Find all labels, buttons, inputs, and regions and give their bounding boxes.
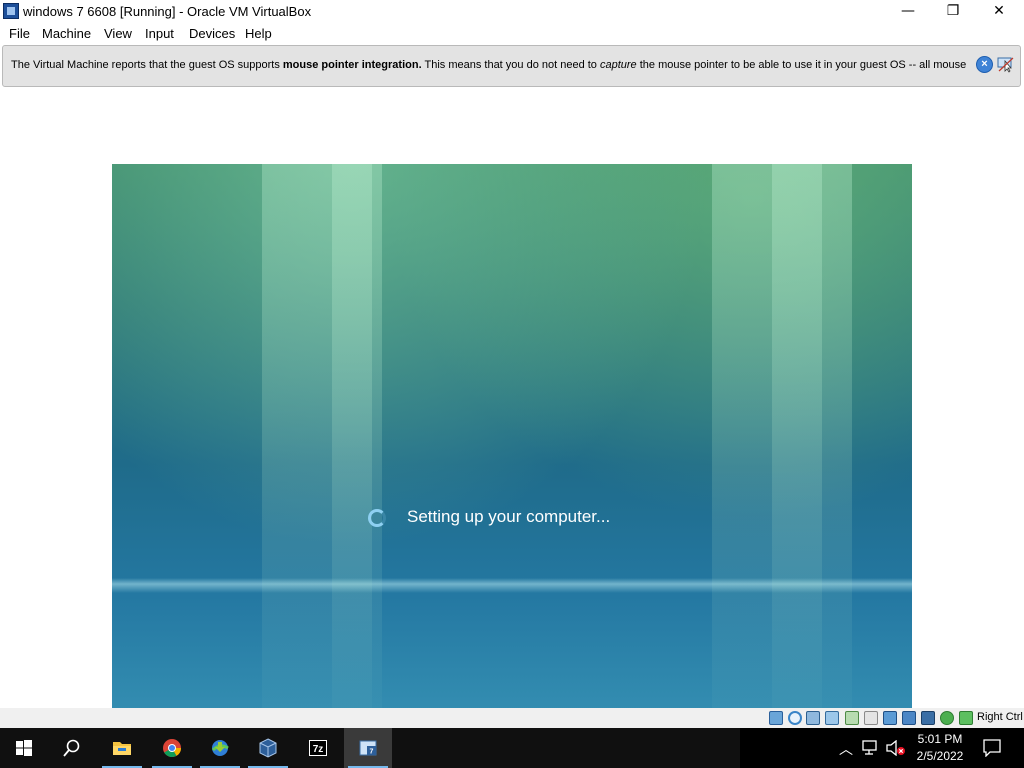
download-manager-icon: [211, 740, 229, 756]
menu-view[interactable]: View: [104, 26, 132, 41]
virtualbox-cube-icon: [259, 738, 277, 758]
start-button[interactable]: [0, 728, 48, 768]
light-ray: [772, 164, 822, 764]
banner-close-icon[interactable]: ×: [976, 56, 993, 73]
menu-machine[interactable]: Machine: [42, 26, 91, 41]
host-key-label: Right Ctrl: [977, 711, 1023, 723]
taskbar-7zip[interactable]: 7z: [294, 728, 342, 768]
vm-display-area[interactable]: Setting up your computer...: [0, 88, 1024, 764]
menu-help[interactable]: Help: [245, 26, 272, 41]
folder-icon: [113, 742, 131, 755]
vm-window-icon: 7: [359, 740, 377, 756]
search-icon: [63, 739, 80, 757]
clock-date[interactable]: 2/5/2022: [912, 749, 968, 763]
virtualization-icon[interactable]: [921, 711, 935, 725]
taskbar-file-explorer[interactable]: [98, 728, 146, 768]
title-bar: windows 7 6608 [Running] - Oracle VM Vir…: [0, 0, 1024, 23]
clock-time[interactable]: 5:01 PM: [916, 732, 964, 746]
keyboard-icon[interactable]: [959, 711, 973, 725]
taskbar-idm[interactable]: [196, 728, 244, 768]
system-tray: ︿ 5:01 PM 2/5/2022: [740, 728, 1024, 768]
notification-center-icon[interactable]: [983, 739, 1001, 757]
hard-disk-icon[interactable]: [769, 711, 783, 725]
display-icon[interactable]: [883, 711, 897, 725]
shared-folders-icon[interactable]: [864, 711, 878, 725]
show-hidden-icons-chevron-icon[interactable]: ︿: [839, 739, 853, 759]
search-button[interactable]: [48, 728, 96, 768]
svg-text:7: 7: [370, 749, 374, 756]
banner-message: The Virtual Machine reports that the gue…: [11, 59, 967, 71]
maximize-button[interactable]: ❐: [930, 0, 976, 23]
loading-spinner-icon: [368, 509, 386, 527]
video-capture-icon[interactable]: [902, 711, 916, 725]
taskbar-virtualbox[interactable]: [244, 728, 292, 768]
usb-icon[interactable]: [845, 711, 859, 725]
window-title: windows 7 6608 [Running] - Oracle VM Vir…: [23, 4, 312, 19]
mouse-integration-icon[interactable]: [940, 711, 954, 725]
menu-devices[interactable]: Devices: [189, 26, 235, 41]
taskbar-vm-windows7[interactable]: 7: [344, 728, 392, 768]
mouse-pointer-disable-icon[interactable]: [997, 56, 1015, 73]
7zip-icon: 7z: [309, 740, 327, 756]
windows-taskbar: 7z 7 ︿ 5:01 PM 2/5/2022: [0, 728, 1024, 768]
guest-screen[interactable]: Setting up your computer...: [112, 164, 912, 764]
optical-drive-icon[interactable]: [788, 711, 802, 725]
setup-status-text: Setting up your computer...: [407, 507, 611, 526]
chrome-icon: [163, 739, 181, 758]
light-ray: [332, 164, 372, 764]
network-icon[interactable]: [825, 711, 839, 725]
network-icon[interactable]: [862, 740, 880, 756]
windows-logo-icon: [16, 740, 32, 756]
vm-status-bar: Right Ctrl: [0, 708, 1024, 728]
audio-icon[interactable]: [806, 711, 820, 725]
minimize-button[interactable]: —: [885, 0, 931, 23]
mouse-integration-banner: The Virtual Machine reports that the gue…: [2, 45, 1021, 87]
virtualbox-app-icon: [3, 3, 19, 19]
svg-text:7z: 7z: [313, 744, 324, 755]
menu-input[interactable]: Input: [145, 26, 174, 41]
taskbar-chrome[interactable]: [148, 728, 196, 768]
menu-bar: File Machine View Input Devices Help: [0, 23, 1024, 44]
menu-file[interactable]: File: [9, 26, 30, 41]
close-button[interactable]: ✕: [976, 0, 1022, 23]
volume-muted-icon[interactable]: [886, 740, 906, 756]
